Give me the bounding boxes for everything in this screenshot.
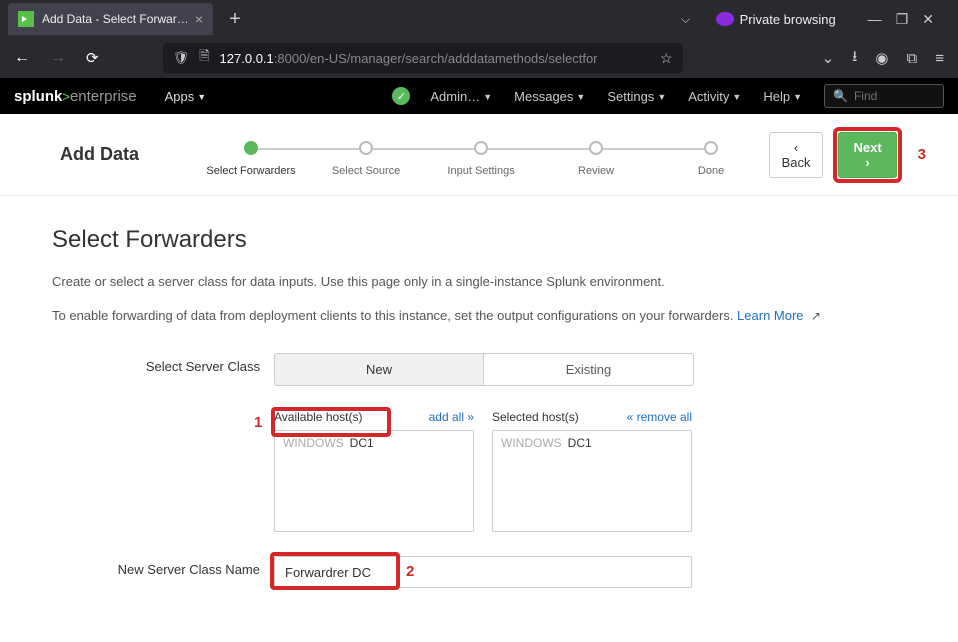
available-hosts-box[interactable]: WINDOWSDC1	[274, 430, 474, 532]
extensions-icon[interactable]: ⧉	[907, 50, 918, 67]
hosts-row-wrap: 1 Available host(s) add all » WINDOWSDC1	[52, 410, 906, 532]
settings-menu[interactable]: Settings▼	[607, 89, 666, 104]
tab-title: Add Data - Select Forwar…	[42, 12, 187, 26]
step-done: Done	[654, 141, 769, 177]
available-label: Available host(s)	[274, 410, 363, 424]
tabs-dropdown-icon[interactable]: ⌵	[672, 12, 700, 27]
next-button-highlight: Next ›	[833, 127, 901, 183]
url-text: 127.0.0.1:8000/en-US/manager/search/addd…	[220, 51, 650, 66]
account-icon[interactable]: ◉	[875, 49, 888, 67]
steps-wrap: Select Forwarders Select Source Input Se…	[164, 133, 769, 177]
favicon-icon	[18, 11, 34, 27]
main-content: Select Forwarders Create or select a ser…	[0, 196, 958, 642]
next-button[interactable]: Next ›	[838, 132, 896, 178]
step-select-forwarders[interactable]: Select Forwarders	[194, 141, 309, 177]
step-review: Review	[539, 141, 654, 177]
url-box[interactable]: 🛡 🗎 127.0.0.1:8000/en-US/manager/search/…	[163, 43, 683, 73]
reload-icon[interactable]: ⟳	[86, 49, 99, 67]
browser-chrome: Add Data - Select Forwar… × + ⌵ Private …	[0, 0, 958, 78]
wizard-stepper: Add Data Select Forwarders Select Source…	[0, 114, 958, 196]
shield-icon[interactable]: 🛡	[173, 50, 190, 66]
page-icon: 🗎	[199, 47, 209, 69]
find-input[interactable]	[854, 89, 934, 103]
available-hosts-header: Available host(s) add all »	[274, 410, 474, 424]
search-icon: 🔍	[833, 89, 848, 103]
browser-tab[interactable]: Add Data - Select Forwar… ×	[8, 3, 213, 35]
messages-menu[interactable]: Messages▼	[514, 89, 585, 104]
annotation-2: 2	[406, 563, 422, 580]
page-heading: Select Forwarders	[52, 226, 906, 254]
steps: Select Forwarders Select Source Input Se…	[194, 133, 769, 177]
annotation-3: 3	[918, 146, 926, 163]
selected-host-item[interactable]: WINDOWSDC1	[493, 431, 691, 455]
stepper-controls: ‹ Back Next › 3	[769, 127, 926, 183]
hosts-row: 1 Available host(s) add all » WINDOWSDC1	[274, 410, 692, 532]
page-subtitle-2: To enable forwarding of data from deploy…	[52, 306, 906, 326]
new-class-input[interactable]	[274, 556, 692, 588]
wizard-title: Add Data	[60, 144, 164, 165]
step-select-source: Select Source	[309, 141, 424, 177]
downloads-icon[interactable]: ⭳	[852, 46, 857, 71]
page-subtitle-1: Create or select a server class for data…	[52, 272, 906, 292]
learn-more-link[interactable]: Learn More	[737, 308, 803, 323]
toggle-new[interactable]: New	[274, 353, 484, 386]
window-controls: — ❐ ✕	[852, 11, 950, 28]
new-class-input-wrap: 2	[274, 556, 692, 588]
restore-icon[interactable]: ❐	[896, 11, 909, 28]
close-window-icon[interactable]: ✕	[922, 11, 934, 28]
apps-menu[interactable]: Apps▼	[165, 89, 207, 104]
mask-icon	[716, 12, 734, 26]
forward-icon: →	[50, 49, 66, 67]
help-menu[interactable]: Help▼	[763, 89, 802, 104]
add-all-link[interactable]: add all »	[429, 410, 474, 424]
pocket-icon[interactable]: ⌄	[822, 49, 835, 67]
form-section: Select Server Class New Existing 1 Avail…	[52, 353, 906, 588]
menu-icon[interactable]: ≡	[935, 50, 944, 67]
activity-menu[interactable]: Activity▼	[688, 89, 741, 104]
back-button[interactable]: ‹ Back	[769, 132, 824, 178]
hosts-label-spacer	[52, 410, 274, 416]
new-tab-button[interactable]: +	[221, 8, 249, 31]
server-class-label: Select Server Class	[52, 353, 274, 374]
new-class-row: New Server Class Name 2	[52, 556, 906, 588]
admin-menu[interactable]: Admin…▼	[430, 89, 492, 104]
address-bar: ← → ⟳ 🛡 🗎 127.0.0.1:8000/en-US/manager/s…	[0, 38, 958, 78]
external-link-icon: ↗	[808, 309, 821, 323]
tab-bar: Add Data - Select Forwar… × + ⌵ Private …	[0, 0, 958, 38]
status-ok-icon[interactable]: ✓	[392, 87, 410, 105]
bookmark-star-icon[interactable]: ☆	[660, 50, 673, 67]
available-hosts-col: 1 Available host(s) add all » WINDOWSDC1	[274, 410, 474, 532]
toggle-existing[interactable]: Existing	[484, 353, 694, 386]
new-class-label: New Server Class Name	[52, 556, 274, 577]
back-icon[interactable]: ←	[14, 49, 30, 67]
selected-label: Selected host(s)	[492, 410, 579, 424]
toolbar-right-icons: ⌄ ⭳ ◉ ⧉ ≡	[822, 46, 944, 71]
available-host-item[interactable]: WINDOWSDC1	[275, 431, 473, 455]
selected-hosts-box[interactable]: WINDOWSDC1	[492, 430, 692, 532]
remove-all-link[interactable]: « remove all	[627, 410, 692, 424]
private-label: Private browsing	[740, 12, 836, 27]
annotation-1: 1	[254, 414, 262, 431]
step-input-settings: Input Settings	[424, 141, 539, 177]
minimize-icon[interactable]: —	[868, 11, 882, 28]
splunk-logo[interactable]: splunk>enterprise	[14, 88, 137, 105]
selected-hosts-header: Selected host(s) « remove all	[492, 410, 692, 424]
nav-arrows: ← →	[14, 49, 66, 67]
private-browsing-badge: Private browsing	[708, 12, 844, 27]
server-class-row: Select Server Class New Existing	[52, 353, 906, 386]
selected-hosts-col: Selected host(s) « remove all WINDOWSDC1	[492, 410, 692, 532]
server-class-toggle: New Existing	[274, 353, 694, 386]
find-box[interactable]: 🔍	[824, 84, 944, 108]
tab-close-icon[interactable]: ×	[195, 11, 203, 27]
splunk-top-bar: splunk>enterprise Apps▼ ✓ Admin…▼ Messag…	[0, 78, 958, 114]
